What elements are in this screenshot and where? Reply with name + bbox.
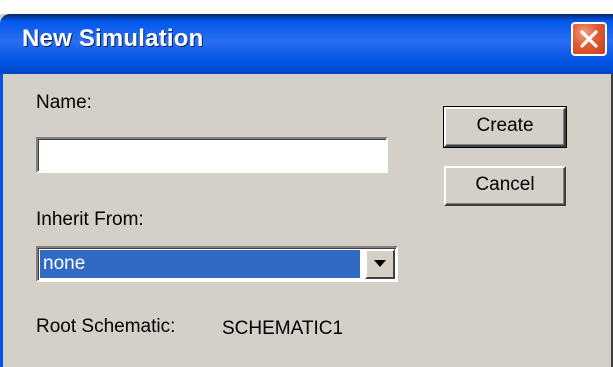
new-simulation-dialog: New Simulation Name: Inherit From: none … — [0, 0, 613, 367]
inherit-from-label: Inherit From: — [36, 209, 144, 230]
inherit-from-selected-value[interactable]: none — [40, 250, 360, 278]
close-icon — [580, 30, 598, 48]
window-top-edge — [0, 0, 613, 14]
window-title: New Simulation — [22, 25, 204, 52]
create-button[interactable]: Create — [443, 106, 567, 148]
root-schematic-value: SCHEMATIC1 — [222, 318, 344, 339]
root-schematic-label: Root Schematic: — [36, 316, 176, 337]
inherit-from-select[interactable]: none — [36, 246, 398, 282]
name-label: Name: — [36, 92, 92, 113]
dropdown-button[interactable] — [365, 249, 395, 279]
chevron-down-icon — [374, 260, 386, 267]
cancel-button[interactable]: Cancel — [444, 166, 566, 206]
title-bar[interactable]: New Simulation — [0, 14, 613, 74]
name-input[interactable] — [36, 137, 388, 173]
window-left-border — [0, 74, 3, 367]
close-button[interactable] — [571, 22, 607, 56]
